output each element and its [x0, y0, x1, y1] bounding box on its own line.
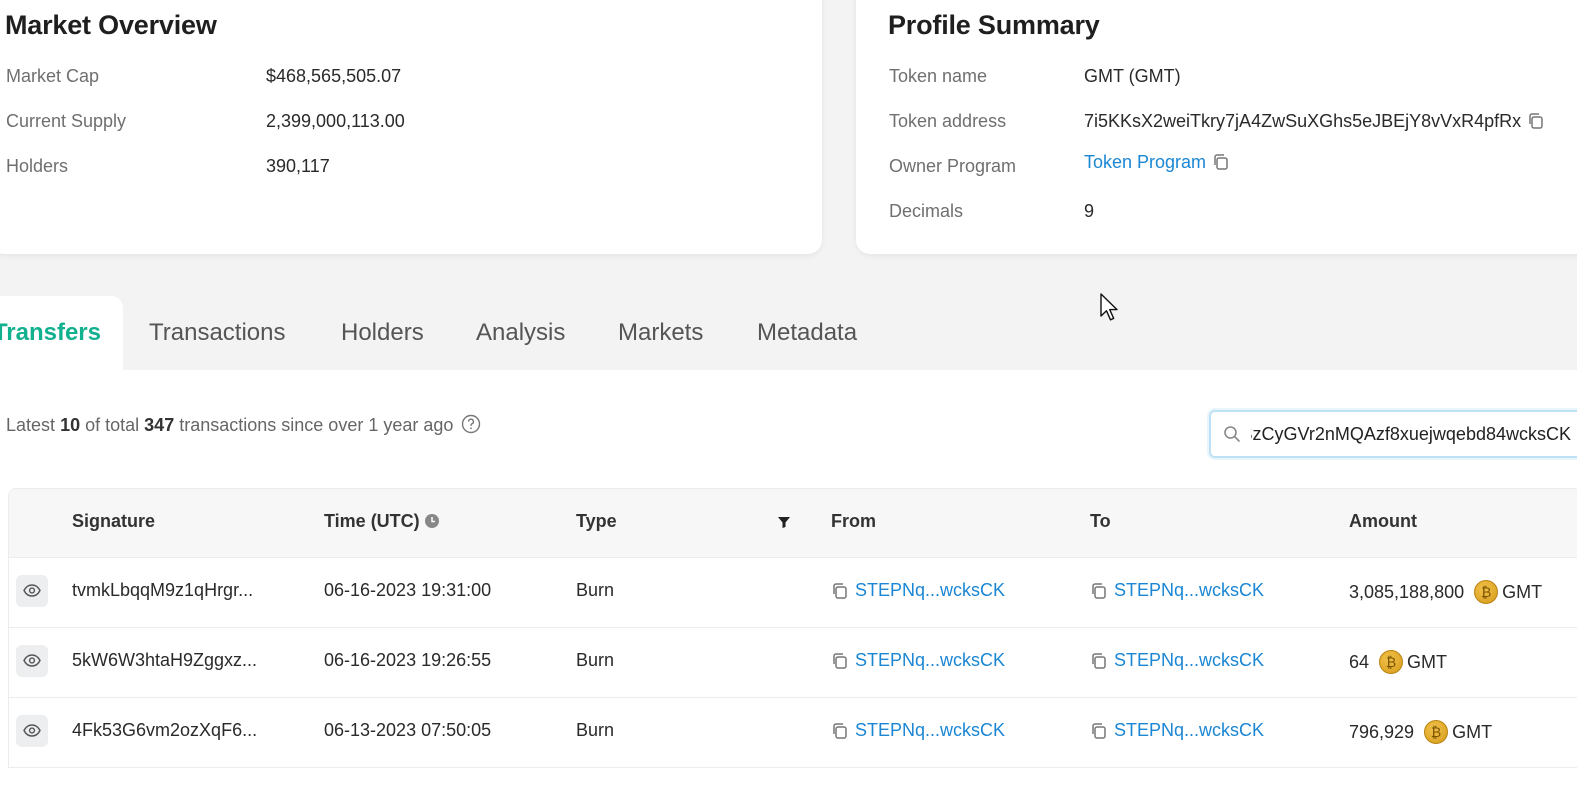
view-button[interactable]: [16, 715, 48, 747]
gmt-token-icon: [1424, 720, 1449, 744]
time-cell: 06-16-2023 19:31:00: [324, 580, 492, 600]
owner-program-label: Owner Program: [889, 156, 1017, 176]
to-header: To: [1090, 511, 1111, 531]
owner-program-link[interactable]: Token Program: [1084, 152, 1206, 172]
gmt-token-icon: [1379, 650, 1404, 674]
search-icon: [1224, 426, 1240, 442]
market-overview-title: Market Overview: [5, 10, 217, 40]
token-symbol[interactable]: GMT: [1407, 652, 1447, 672]
copy-icon[interactable]: [831, 652, 849, 670]
to-cell: STEPNq...wcksCK: [1090, 650, 1264, 671]
filter-icon[interactable]: [777, 515, 791, 529]
from-address-link[interactable]: STEPNq...wcksCK: [855, 580, 1005, 600]
from-cell: STEPNq...wcksCK: [831, 650, 1005, 671]
signature-link[interactable]: 4Fk53G6vm2ozXqF6...: [72, 720, 257, 741]
signature-link[interactable]: 5kW6W3htaH9Zggxz...: [72, 650, 257, 671]
from-cell: STEPNq...wcksCK: [831, 580, 1005, 601]
amount-cell: 64GMT: [1349, 650, 1447, 674]
holders-label: Holders: [6, 156, 69, 176]
token-address-label: Token address: [889, 111, 1007, 131]
tab-metadata[interactable]: Metadata: [757, 296, 857, 370]
market-cap-label: Market Cap: [6, 66, 100, 86]
mouse-cursor-icon: [1100, 293, 1118, 321]
clock-icon[interactable]: [424, 513, 440, 529]
eye-icon: [23, 724, 41, 737]
table-row: tvmkLbqqM9z1qHrgr... 06-16-2023 19:31:00…: [8, 558, 1577, 628]
time-cell: 06-13-2023 07:50:05: [324, 720, 492, 740]
copy-icon[interactable]: [1090, 582, 1108, 600]
time-header: Time (UTC): [324, 511, 440, 532]
tab-transfers[interactable]: Transfers: [0, 296, 123, 370]
tab-transactions[interactable]: Transactions: [149, 296, 286, 370]
copy-icon[interactable]: [831, 582, 849, 600]
copy-icon[interactable]: [831, 722, 849, 740]
table-row: 5kW6W3htaH9Zggxz... 06-16-2023 19:26:55 …: [8, 628, 1577, 698]
signature-header: Signature: [72, 511, 156, 531]
transfers-table: Signature Time (UTC) Type From To Amount…: [8, 488, 1577, 768]
tab-bar: Transfers Transactions Holders Analysis …: [0, 296, 1577, 372]
type-header: Type: [576, 511, 617, 531]
time-cell: 06-16-2023 19:26:55: [324, 650, 492, 670]
from-address-link[interactable]: STEPNq...wcksCK: [855, 650, 1005, 670]
token-address-value: 7i5KKsX2weiTkry7jA4ZwSuXGhs5eJBEjY8vVxR4…: [1084, 111, 1522, 131]
to-address-link[interactable]: STEPNq...wcksCK: [1114, 650, 1264, 670]
transactions-summary: Latest 10 of total 347 transactions sinc…: [6, 414, 481, 436]
token-name-value: GMT (GMT): [1084, 66, 1181, 86]
eye-icon: [23, 654, 41, 667]
profile-summary-card: Profile Summary Token name GMT (GMT) Tok…: [856, 0, 1577, 254]
owner-program-row: Token Program: [1084, 152, 1230, 173]
holders-value: 390,117: [266, 156, 330, 176]
amount-cell: 3,085,188,800GMT: [1349, 580, 1542, 604]
current-supply-label: Current Supply: [6, 111, 127, 131]
search-input[interactable]: [1251, 419, 1571, 449]
table-row: 4Fk53G6vm2ozXqF6... 06-13-2023 07:50:05 …: [8, 698, 1577, 768]
view-button[interactable]: [16, 575, 48, 607]
market-overview-card: Market Overview Market Cap $468,565,505.…: [0, 0, 822, 254]
to-cell: STEPNq...wcksCK: [1090, 720, 1264, 741]
eye-icon: [23, 584, 41, 597]
type-cell: Burn: [576, 720, 615, 740]
profile-summary-title: Profile Summary: [888, 10, 1100, 40]
from-cell: STEPNq...wcksCK: [831, 720, 1005, 741]
type-cell: Burn: [576, 650, 615, 670]
search-box[interactable]: [1209, 410, 1577, 458]
from-header: From: [831, 511, 876, 531]
signature-link[interactable]: tvmkLbqqM9z1qHrgr...: [72, 580, 253, 601]
copy-icon[interactable]: [1090, 652, 1108, 670]
to-address-link[interactable]: STEPNq...wcksCK: [1114, 580, 1264, 600]
view-button[interactable]: [16, 645, 48, 677]
to-address-link[interactable]: STEPNq...wcksCK: [1114, 720, 1264, 740]
token-symbol[interactable]: GMT: [1452, 722, 1492, 742]
market-cap-value: $468,565,505.07: [266, 66, 402, 86]
table-header: Signature Time (UTC) Type From To Amount: [8, 488, 1577, 558]
tab-holders[interactable]: Holders: [341, 296, 424, 370]
tab-markets[interactable]: Markets: [618, 296, 703, 370]
token-address-row: 7i5KKsX2weiTkry7jA4ZwSuXGhs5eJBEjY8vVxR4…: [1084, 111, 1545, 132]
from-address-link[interactable]: STEPNq...wcksCK: [855, 720, 1005, 740]
copy-icon[interactable]: [1090, 722, 1108, 740]
token-symbol[interactable]: GMT: [1502, 582, 1542, 602]
amount-header: Amount: [1349, 511, 1417, 531]
token-name-label: Token name: [889, 66, 988, 86]
type-cell: Burn: [576, 580, 615, 600]
amount-cell: 796,929GMT: [1349, 720, 1492, 744]
decimals-label: Decimals: [889, 201, 964, 221]
decimals-value: 9: [1084, 201, 1095, 221]
copy-icon[interactable]: [1212, 153, 1230, 171]
help-icon[interactable]: [461, 414, 481, 434]
gmt-token-icon: [1474, 580, 1499, 604]
current-supply-value: 2,399,000,113.00: [266, 111, 405, 131]
copy-icon[interactable]: [1527, 112, 1545, 130]
tab-analysis[interactable]: Analysis: [476, 296, 565, 370]
to-cell: STEPNq...wcksCK: [1090, 580, 1264, 601]
